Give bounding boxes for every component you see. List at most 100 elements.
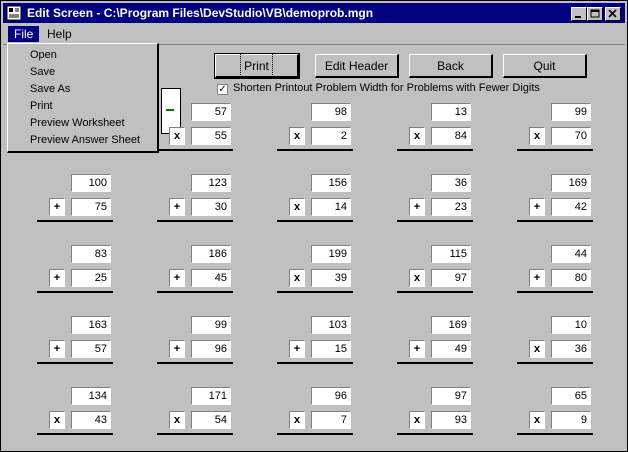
bottom-number-input[interactable]: 7 <box>311 411 351 429</box>
title-bar[interactable]: Edit Screen - C:\Program Files\DevStudio… <box>3 3 625 23</box>
top-number-input[interactable]: 169 <box>551 174 591 192</box>
answer-line <box>157 220 233 222</box>
bottom-number-input[interactable]: 43 <box>71 411 111 429</box>
bottom-number-input[interactable]: 70 <box>551 127 591 145</box>
operator-box[interactable]: + <box>169 340 185 358</box>
operator-box[interactable]: x <box>409 269 425 287</box>
app-icon <box>6 5 22 21</box>
bottom-number-input[interactable]: 14 <box>311 198 351 216</box>
bottom-number-input[interactable]: 9 <box>551 411 591 429</box>
back-button-label: Back <box>437 59 464 73</box>
menu-bar: File Help <box>3 25 625 43</box>
top-number-input[interactable]: 169 <box>431 316 471 334</box>
bottom-number-input[interactable]: 25 <box>71 269 111 287</box>
bottom-number-input[interactable]: 49 <box>431 340 471 358</box>
top-number-input[interactable]: 186 <box>191 245 231 263</box>
top-number-input[interactable]: 103 <box>311 316 351 334</box>
bottom-number-input[interactable]: 23 <box>431 198 471 216</box>
menu-item-open[interactable]: Open <box>30 49 57 61</box>
operator-box[interactable]: x <box>529 411 545 429</box>
minimize-button[interactable] <box>571 7 587 21</box>
bottom-number-input[interactable]: 97 <box>431 269 471 287</box>
top-number-input[interactable]: 171 <box>191 387 231 405</box>
shorten-width-label[interactable]: Shorten Printout Problem Width for Probl… <box>233 82 540 94</box>
menu-item-save-as[interactable]: Save As <box>30 83 70 95</box>
menu-item-preview-answer-sheet[interactable]: Preview Answer Sheet <box>30 134 140 146</box>
bottom-number-input[interactable]: 93 <box>431 411 471 429</box>
answer-line <box>157 362 233 364</box>
operator-box[interactable]: x <box>289 198 305 216</box>
edit-header-button[interactable]: Edit Header <box>315 54 399 78</box>
top-number-input[interactable]: 98 <box>311 103 351 121</box>
operator-box[interactable]: + <box>409 340 425 358</box>
operator-box[interactable]: + <box>169 198 185 216</box>
bottom-number-input[interactable]: 96 <box>191 340 231 358</box>
top-number-input[interactable]: 13 <box>431 103 471 121</box>
quit-button-label: Quit <box>533 59 556 73</box>
back-button[interactable]: Back <box>409 54 493 78</box>
operator-box[interactable]: x <box>289 269 305 287</box>
top-number-input[interactable]: 96 <box>311 387 351 405</box>
bottom-number-input[interactable]: 36 <box>551 340 591 358</box>
bottom-number-input[interactable]: 55 <box>191 127 231 145</box>
answer-line <box>277 291 353 293</box>
top-number-input[interactable]: 65 <box>551 387 591 405</box>
top-number-input[interactable]: 99 <box>191 316 231 334</box>
maximize-button[interactable] <box>587 7 603 21</box>
bottom-number-input[interactable]: 45 <box>191 269 231 287</box>
menu-item-print[interactable]: Print <box>30 100 53 112</box>
bottom-number-input[interactable]: 42 <box>551 198 591 216</box>
operator-box[interactable]: + <box>49 269 65 287</box>
answer-line <box>517 220 593 222</box>
top-number-input[interactable]: 163 <box>71 316 111 334</box>
bottom-number-input[interactable]: 54 <box>191 411 231 429</box>
quit-button[interactable]: Quit <box>503 54 587 78</box>
bottom-number-input[interactable]: 39 <box>311 269 351 287</box>
top-number-input[interactable]: 83 <box>71 245 111 263</box>
bottom-number-input[interactable]: 30 <box>191 198 231 216</box>
top-number-input[interactable]: 134 <box>71 387 111 405</box>
menu-file[interactable]: File <box>8 26 40 42</box>
operator-box[interactable]: x <box>409 127 425 145</box>
top-number-input[interactable]: 44 <box>551 245 591 263</box>
top-number-input[interactable]: 99 <box>551 103 591 121</box>
menu-help[interactable]: Help <box>41 26 78 42</box>
close-button[interactable] <box>605 7 621 21</box>
operator-box[interactable]: + <box>49 198 65 216</box>
operator-box[interactable]: x <box>409 411 425 429</box>
answer-line <box>37 433 113 435</box>
maximize-icon <box>590 9 600 18</box>
top-number-input[interactable]: 123 <box>191 174 231 192</box>
operator-box[interactable]: + <box>289 340 305 358</box>
top-number-input[interactable]: 156 <box>311 174 351 192</box>
operator-box[interactable]: + <box>409 198 425 216</box>
bottom-number-input[interactable]: 84 <box>431 127 471 145</box>
top-number-input[interactable]: 57 <box>191 103 231 121</box>
operator-box[interactable]: x <box>169 411 185 429</box>
top-number-input[interactable]: 100 <box>71 174 111 192</box>
operator-box[interactable]: + <box>529 198 545 216</box>
operator-box[interactable]: x <box>289 411 305 429</box>
top-number-input[interactable]: 115 <box>431 245 471 263</box>
operator-box[interactable]: x <box>289 127 305 145</box>
operator-box[interactable]: + <box>169 269 185 287</box>
bottom-number-input[interactable]: 57 <box>71 340 111 358</box>
print-button[interactable]: Print <box>214 53 300 79</box>
top-number-input[interactable]: 97 <box>431 387 471 405</box>
operator-box[interactable]: + <box>49 340 65 358</box>
top-number-input[interactable]: 199 <box>311 245 351 263</box>
top-number-input[interactable]: 36 <box>431 174 471 192</box>
menu-item-preview-worksheet[interactable]: Preview Worksheet <box>30 117 125 129</box>
shorten-width-checkbox[interactable]: ✓ <box>217 84 228 95</box>
operator-box[interactable]: + <box>529 269 545 287</box>
bottom-number-input[interactable]: 15 <box>311 340 351 358</box>
operator-box[interactable]: x <box>529 127 545 145</box>
operator-box[interactable]: x <box>169 127 185 145</box>
operator-box[interactable]: x <box>49 411 65 429</box>
bottom-number-input[interactable]: 75 <box>71 198 111 216</box>
menu-item-save[interactable]: Save <box>30 66 55 78</box>
bottom-number-input[interactable]: 80 <box>551 269 591 287</box>
operator-box[interactable]: x <box>529 340 545 358</box>
bottom-number-input[interactable]: 2 <box>311 127 351 145</box>
top-number-input[interactable]: 10 <box>551 316 591 334</box>
